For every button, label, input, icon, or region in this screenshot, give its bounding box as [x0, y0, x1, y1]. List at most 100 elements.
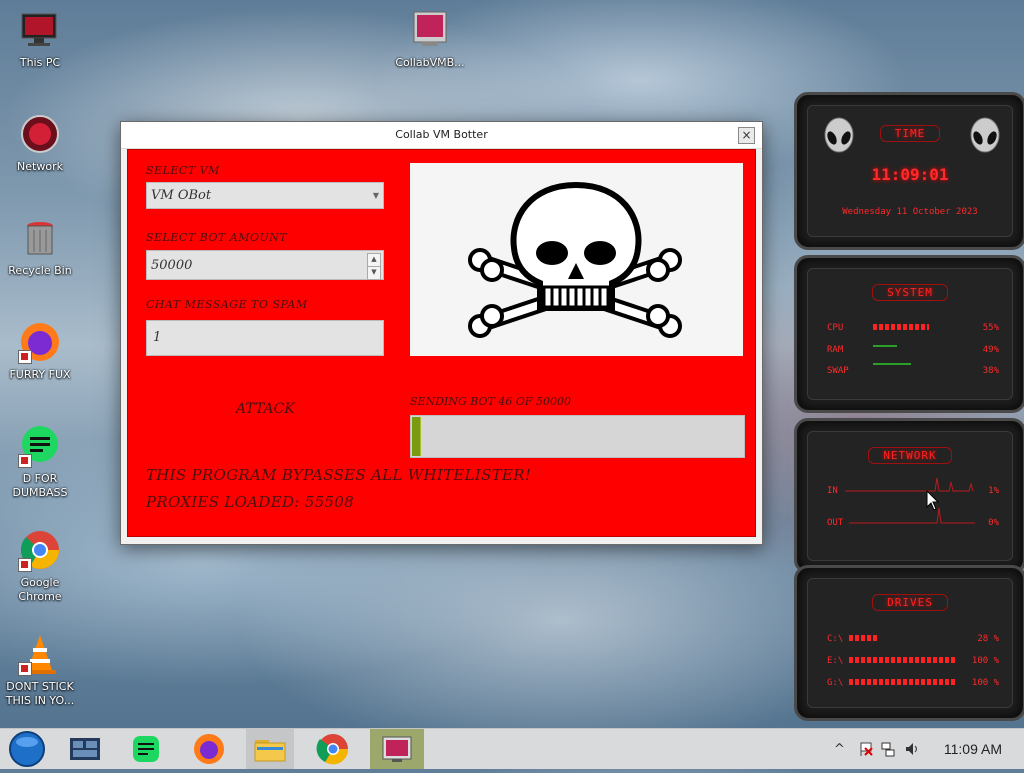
start-orb-icon — [9, 731, 45, 767]
network-icon[interactable] — [880, 741, 896, 757]
drive-e-row: E:\ 100 % — [827, 656, 999, 666]
window-title: Collab VM Botter — [395, 128, 488, 141]
chat-message-label: CHAT MESSAGE TO SPAM — [146, 298, 308, 311]
desktop-icon-this-pc[interactable]: This PC — [2, 8, 78, 70]
network-gadget: NETWORK IN 1% OUT 0% — [794, 418, 1024, 574]
select-vm-label: SELECT VM — [146, 164, 220, 177]
monitor-icon — [18, 8, 62, 52]
chat-message-input[interactable]: 1 — [146, 320, 384, 356]
taskbar-firefox[interactable] — [185, 729, 233, 769]
chat-message-value: 1 — [153, 330, 162, 345]
ram-row: RAM 49% — [827, 345, 999, 355]
desktop-icon-recycle-bin[interactable]: Recycle Bin — [2, 216, 78, 278]
desktop-icon-label: CollabVMB... — [395, 56, 465, 69]
progress-bar-fill — [412, 417, 421, 456]
taskbar-text-app[interactable] — [122, 729, 170, 769]
cpu-row: CPU 55% — [827, 323, 999, 333]
bot-amount-input[interactable]: 50000 ▲ ▼ — [146, 250, 384, 280]
bot-amount-label: SELECT BOT AMOUNT — [146, 231, 288, 244]
network-in-graph — [845, 477, 974, 492]
taskbar-collabvm-botter[interactable] — [370, 729, 424, 769]
botter-window: Collab VM Botter × SELECT VM VM OBot ▼ S… — [120, 121, 763, 545]
taskbar-task-view[interactable] — [60, 729, 108, 769]
desktop-icon-d-for-dumbass[interactable]: D FOR DUMBASS — [2, 424, 78, 500]
proxies-loaded-text: PROXIES LOADED: 55508 — [146, 493, 354, 511]
spin-down-icon[interactable]: ▼ — [367, 266, 381, 280]
chrome-icon — [18, 528, 62, 572]
volume-icon[interactable] — [904, 741, 920, 757]
desktop-icon-network[interactable]: Network — [2, 112, 78, 174]
desktop-icon-label: This PC — [19, 56, 61, 69]
desktop-icon-label: Recycle Bin — [8, 264, 72, 277]
attack-button[interactable]: ATTACK — [236, 401, 295, 417]
shortcut-arrow-icon — [18, 662, 32, 676]
globe-icon — [18, 112, 62, 156]
shortcut-arrow-icon — [18, 454, 32, 468]
drives-gadget: DRIVES C:\ 28 % E:\ 100 % G:\ 100 % — [794, 565, 1024, 721]
desktop-icon-label: Google Chrome — [18, 576, 62, 603]
shortcut-arrow-icon — [18, 350, 32, 364]
skull-crossbones-icon — [468, 181, 682, 338]
bypass-notice: THIS PROGRAM BYPASSES ALL WHITELISTER! — [146, 466, 532, 484]
swap-bar — [873, 363, 911, 365]
flag-icon[interactable] — [858, 741, 874, 757]
window-client-area: SELECT VM VM OBot ▼ SELECT BOT AMOUNT 50… — [127, 149, 756, 537]
folder-icon — [254, 740, 286, 762]
drive-e-bar — [849, 657, 957, 663]
network-gadget-title: NETWORK — [868, 447, 952, 464]
chevron-up-icon[interactable]: ^ — [834, 742, 845, 757]
vlc-cone-icon — [18, 632, 62, 676]
task-view-icon — [70, 738, 100, 760]
window-titlebar[interactable]: Collab VM Botter × — [121, 122, 762, 149]
desktop-icon-label: D FOR DUMBASS — [12, 472, 68, 499]
gadget-date: Wednesday 11 October 2023 — [842, 207, 978, 217]
select-vm-dropdown[interactable]: VM OBot ▼ — [146, 182, 384, 209]
taskbar-chrome[interactable] — [309, 729, 357, 769]
bot-amount-value: 50000 — [151, 258, 193, 273]
drive-g-bar — [849, 679, 957, 685]
network-out-row: OUT 0% — [827, 507, 999, 528]
desktop-icon-furry-fux[interactable]: FURRY FUX — [2, 320, 78, 382]
desktop-icon-label: FURRY FUX — [9, 368, 71, 381]
start-button[interactable] — [2, 729, 50, 769]
taskbar-clock[interactable]: 11:09 AM — [944, 741, 1002, 757]
desktop-icon-dont-stick[interactable]: DONT STICK THIS IN YO... — [2, 632, 78, 708]
monitor-icon — [382, 736, 412, 762]
chrome-icon — [316, 734, 349, 765]
spin-up-icon[interactable]: ▲ — [367, 253, 381, 267]
skull-image-panel — [410, 163, 743, 356]
select-vm-value: VM OBot — [151, 188, 212, 203]
drive-c-row: C:\ 28 % — [827, 634, 999, 644]
text-app-icon — [133, 736, 159, 762]
gadget-clock: 11:09:01 — [871, 165, 949, 184]
text-app-icon — [18, 424, 62, 468]
close-button[interactable]: × — [738, 127, 755, 144]
trash-icon — [18, 216, 62, 260]
cpu-bar — [873, 324, 929, 330]
network-out-graph — [849, 507, 975, 524]
swap-row: SWAP 38% — [827, 363, 999, 376]
time-gadget-title: TIME — [879, 125, 941, 142]
chevron-down-icon: ▼ — [372, 191, 379, 200]
desktop-icon-google-chrome[interactable]: Google Chrome — [2, 528, 78, 604]
progress-bar — [410, 415, 745, 458]
shortcut-arrow-icon — [18, 558, 32, 572]
system-gadget-title: SYSTEM — [872, 284, 948, 301]
monitor-icon — [408, 8, 452, 52]
drives-gadget-title: DRIVES — [872, 594, 948, 611]
firefox-icon — [18, 320, 62, 364]
time-gadget: TIME 11:09:01 Wednesday 11 October 2023 — [794, 92, 1024, 250]
taskbar-file-explorer[interactable] — [246, 729, 294, 769]
firefox-icon — [194, 734, 224, 764]
taskbar: ^ 11:09 AM — [0, 728, 1024, 769]
system-gadget: SYSTEM CPU 55% RAM 49% SWAP 38% — [794, 255, 1024, 413]
progress-status-text: SENDING BOT 46 OF 50000 — [410, 395, 572, 408]
network-in-row: IN 1% — [827, 477, 999, 496]
ram-bar — [873, 345, 897, 347]
drive-g-row: G:\ 100 % — [827, 678, 999, 688]
desktop-icon-collabvm[interactable]: CollabVMB... — [392, 8, 468, 70]
desktop-icon-label: DONT STICK THIS IN YO... — [5, 680, 75, 707]
mouse-cursor-icon — [926, 490, 940, 511]
desktop-icon-label: Network — [17, 160, 63, 173]
drive-c-bar — [849, 635, 877, 641]
